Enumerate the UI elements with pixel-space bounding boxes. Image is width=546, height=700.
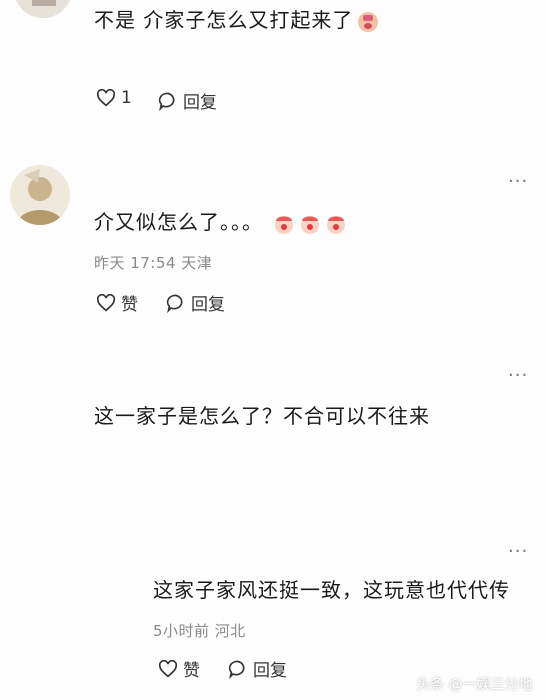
- comment-meta: 昨天 17:54 天津: [94, 254, 213, 272]
- crying-face-icon: [357, 11, 379, 33]
- reply-button[interactable]: 回复: [166, 290, 225, 315]
- clown-face-icon: [299, 213, 321, 235]
- comment-body: 介又似怎么了。。。: [94, 210, 263, 234]
- comment-text: 不是 介家子怎么又打起来了: [94, 4, 379, 33]
- clown-face-icon: [325, 213, 347, 235]
- chat-bubble-icon: [158, 92, 175, 111]
- comment-text: 这一家子是怎么了？不合可以不往来: [94, 404, 430, 428]
- reply-label: 回复: [191, 295, 225, 315]
- like-label: 赞: [183, 661, 200, 681]
- like-button[interactable]: 赞: [158, 656, 200, 681]
- reply-button[interactable]: 回复: [228, 656, 287, 681]
- comment-body: 不是 介家子怎么又打起来了: [94, 8, 354, 32]
- watermark: 头条 @一娱三分地: [416, 677, 533, 693]
- more-options-button[interactable]: ...: [508, 538, 528, 556]
- like-button[interactable]: 1: [96, 88, 132, 108]
- like-count: 1: [121, 88, 132, 108]
- comment-meta: 5小时前 河北: [153, 622, 246, 640]
- heart-icon: [158, 659, 178, 677]
- more-options-button[interactable]: ...: [508, 362, 528, 380]
- comment-text: 这家子家风还挺一致，这玩意也代代传: [153, 578, 510, 602]
- reply-label: 回复: [183, 93, 217, 113]
- comment-text: 介又似怎么了。。。: [94, 206, 347, 235]
- reply-button[interactable]: 回复: [158, 88, 217, 113]
- like-button[interactable]: 赞: [96, 290, 138, 315]
- heart-icon: [96, 293, 116, 311]
- clown-face-icon: [273, 213, 295, 235]
- avatar[interactable]: [10, 165, 70, 225]
- reply-label: 回复: [253, 661, 287, 681]
- more-options-button[interactable]: ...: [508, 168, 528, 186]
- heart-icon: [96, 89, 116, 107]
- like-label: 赞: [121, 295, 138, 315]
- chat-bubble-icon: [228, 660, 245, 679]
- avatar[interactable]: [14, 0, 72, 18]
- chat-bubble-icon: [166, 294, 183, 313]
